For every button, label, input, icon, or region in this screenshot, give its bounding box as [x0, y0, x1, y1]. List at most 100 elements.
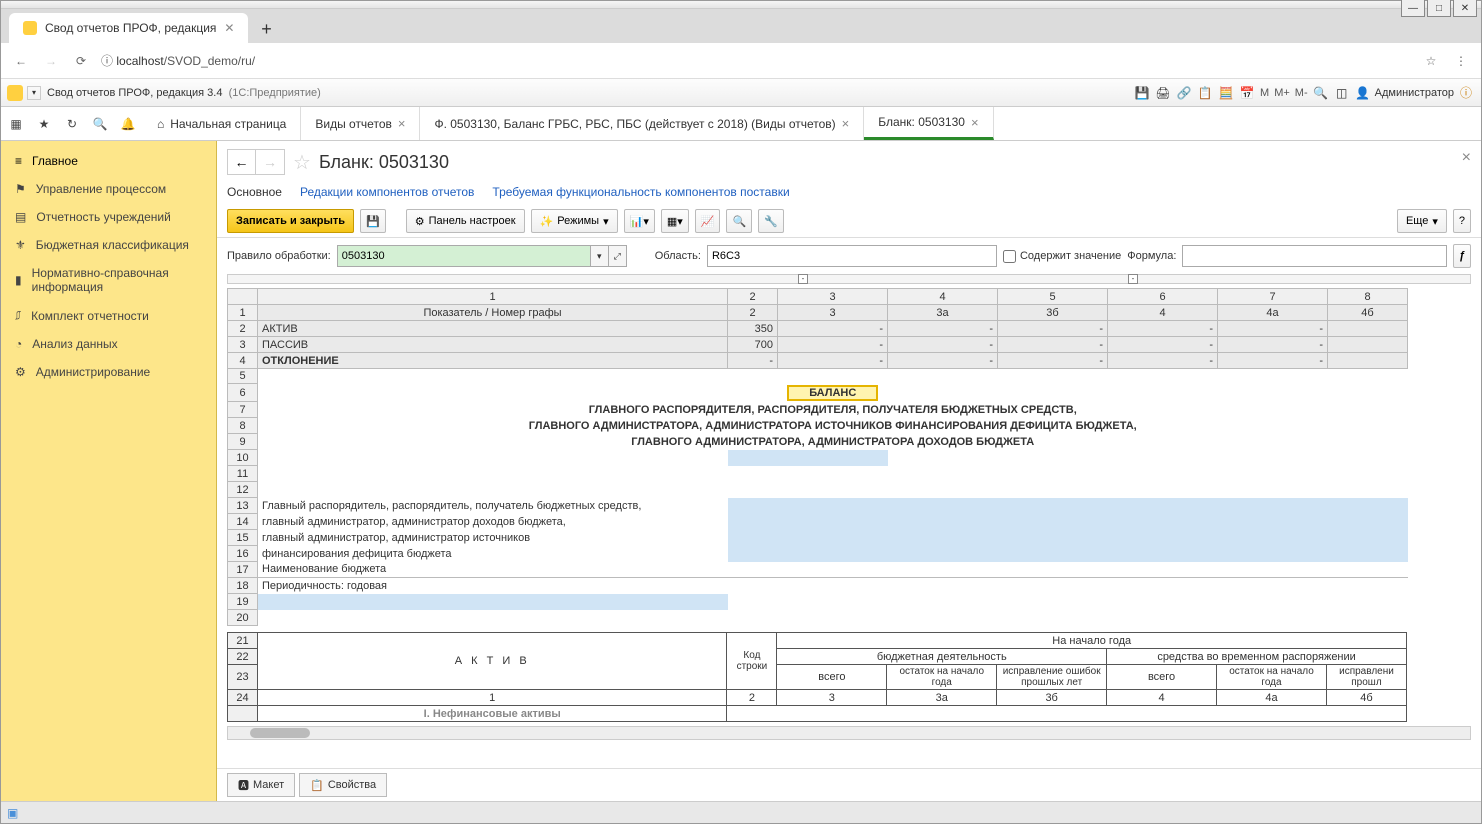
cell[interactable]: [1328, 337, 1408, 353]
back-icon[interactable]: ←: [11, 51, 31, 71]
tab-blank[interactable]: Бланк: 0503130 ×: [864, 107, 993, 140]
cell[interactable]: -: [888, 353, 998, 369]
subtab-main[interactable]: Основное: [227, 185, 282, 199]
sidebar-item-set[interactable]: ⎎Комплект отчетности: [1, 301, 216, 330]
cell[interactable]: ПАССИВ: [258, 337, 728, 353]
tool-btn-1[interactable]: 📊▾: [624, 209, 655, 233]
cell[interactable]: Показатель / Номер графы: [258, 305, 728, 321]
save-close-button[interactable]: Записать и закрыть: [227, 209, 354, 233]
cell[interactable]: остаток на начало года: [1217, 665, 1327, 690]
cell[interactable]: АКТИВ: [258, 321, 728, 337]
col-header[interactable]: 1: [258, 289, 728, 305]
cell[interactable]: 700: [728, 337, 778, 353]
cell[interactable]: [728, 594, 1408, 610]
cell[interactable]: -: [778, 321, 888, 337]
tool-btn-2[interactable]: ▦▾: [661, 209, 689, 233]
favorite-star-icon[interactable]: ☆: [293, 150, 311, 175]
cell[interactable]: [1328, 353, 1408, 369]
row-header[interactable]: 4: [228, 353, 258, 369]
cell[interactable]: 3: [778, 305, 888, 321]
nav-back-button[interactable]: ←: [228, 150, 256, 174]
new-tab-button[interactable]: +: [252, 15, 280, 43]
rule-open-icon[interactable]: ⤢: [609, 245, 627, 267]
cell[interactable]: бюджетная деятельность: [777, 649, 1107, 665]
reload-icon[interactable]: ⟳: [71, 51, 91, 71]
cell[interactable]: [728, 514, 1408, 530]
cell[interactable]: [728, 546, 1408, 562]
cell[interactable]: ГЛАВНОГО АДМИНИСТРАТОРА, АДМИНИСТРАТОРА …: [258, 434, 1408, 450]
sidebar-item-budget[interactable]: ⚜Бюджетная классификация: [1, 231, 216, 259]
cell[interactable]: [728, 530, 1408, 546]
cell[interactable]: -: [728, 353, 778, 369]
cell[interactable]: исправление ошибок прошлых лет: [997, 665, 1107, 690]
scrollbar-thumb[interactable]: [250, 728, 310, 738]
maximize-button[interactable]: □: [1427, 0, 1451, 17]
mem-m[interactable]: M: [1259, 87, 1270, 99]
cell[interactable]: [1328, 321, 1408, 337]
cell[interactable]: 3б: [998, 305, 1108, 321]
rule-input[interactable]: [337, 245, 591, 267]
row-header[interactable]: 20: [228, 610, 258, 626]
cell[interactable]: 4б: [1328, 305, 1408, 321]
cell[interactable]: -: [1108, 337, 1218, 353]
columns-icon[interactable]: ◫: [1333, 84, 1351, 102]
search-icon[interactable]: 🔍: [91, 115, 109, 133]
cell[interactable]: [727, 706, 1407, 722]
cell[interactable]: А К Т И В: [257, 633, 726, 690]
app-dropdown-icon[interactable]: ▾: [27, 86, 41, 100]
cell[interactable]: -: [888, 321, 998, 337]
row-header[interactable]: 3: [228, 337, 258, 353]
row-header[interactable]: 8: [228, 418, 258, 434]
cell[interactable]: средства во временном распоряжении: [1107, 649, 1407, 665]
cell[interactable]: БАЛАНС: [258, 384, 1408, 402]
close-icon[interactable]: ×: [971, 115, 979, 130]
cell[interactable]: остаток на начало года: [887, 665, 997, 690]
cell[interactable]: 4а: [1217, 690, 1327, 706]
close-tab-icon[interactable]: ✕: [224, 21, 234, 35]
fx-button[interactable]: ƒ: [1453, 244, 1471, 268]
cell[interactable]: ОТКЛОНЕНИЕ: [258, 353, 728, 369]
cell[interactable]: [258, 610, 1408, 626]
collapse-bar[interactable]: - -: [227, 274, 1471, 284]
cell[interactable]: -: [1108, 321, 1218, 337]
help-button[interactable]: ?: [1453, 209, 1471, 233]
row-header[interactable]: 18: [228, 578, 258, 594]
cell[interactable]: Периодичность: годовая: [258, 578, 728, 594]
favorite-icon[interactable]: ★: [35, 115, 53, 133]
print-icon[interactable]: 🖨: [1154, 84, 1172, 102]
cell[interactable]: [888, 450, 1408, 466]
cell[interactable]: -: [1218, 353, 1328, 369]
row-header[interactable]: 2: [228, 321, 258, 337]
row-header[interactable]: 17: [228, 562, 258, 578]
sidebar-item-reports[interactable]: ▤Отчетность учреждений: [1, 203, 216, 231]
row-header[interactable]: 11: [228, 466, 258, 482]
spreadsheet[interactable]: 12345678 1Показатель / Номер графы233а3б…: [227, 288, 1408, 626]
cell[interactable]: 2: [728, 305, 778, 321]
sidebar-item-process[interactable]: ⚑Управление процессом: [1, 175, 216, 203]
forward-icon[interactable]: →: [41, 51, 61, 71]
cell[interactable]: -: [998, 321, 1108, 337]
row-header[interactable]: 13: [228, 498, 258, 514]
apps-grid-icon[interactable]: ▦: [7, 115, 25, 133]
col-header[interactable]: 5: [998, 289, 1108, 305]
row-header[interactable]: 6: [228, 384, 258, 402]
cell[interactable]: [728, 562, 1408, 578]
cell[interactable]: ГЛАВНОГО РАСПОРЯДИТЕЛЯ, РАСПОРЯДИТЕЛЯ, П…: [258, 402, 1408, 418]
cell[interactable]: 1: [257, 690, 726, 706]
col-header[interactable]: 6: [1108, 289, 1218, 305]
subtab-editions[interactable]: Редакции компонентов отчетов: [300, 185, 474, 199]
cell[interactable]: [258, 450, 728, 466]
close-window-button[interactable]: ✕: [1453, 0, 1477, 17]
browser-tab[interactable]: Свод отчетов ПРОФ, редакция ✕: [9, 13, 248, 43]
cell[interactable]: [728, 498, 1408, 514]
row-header[interactable]: 15: [228, 530, 258, 546]
close-page-icon[interactable]: ×: [1462, 149, 1471, 167]
sidebar-item-analysis[interactable]: ◔Анализ данных: [1, 330, 216, 358]
rule-dropdown-icon[interactable]: ▾: [591, 245, 609, 267]
cell[interactable]: всего: [777, 665, 887, 690]
cell[interactable]: 3: [777, 690, 887, 706]
address-bar[interactable]: ⓘ localhost/SVOD_demo/ru/: [101, 52, 1411, 69]
modes-button[interactable]: ✨Режимы▾: [531, 209, 618, 233]
cell[interactable]: -: [998, 353, 1108, 369]
tool-btn-5[interactable]: 🔧: [758, 209, 784, 233]
